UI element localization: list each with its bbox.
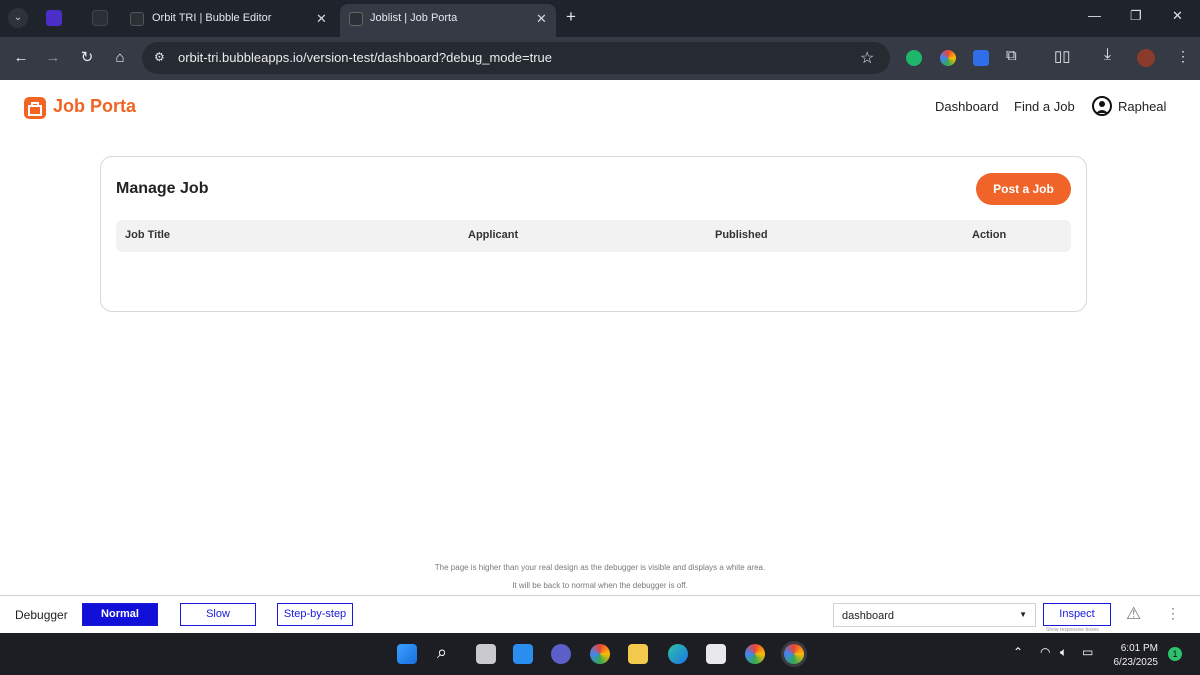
post-job-button[interactable]: Post a Job bbox=[976, 173, 1071, 205]
nav-dashboard[interactable]: Dashboard bbox=[935, 99, 999, 114]
page-select[interactable]: dashboard ▼ bbox=[833, 603, 1036, 627]
notification-badge[interactable]: 1 bbox=[1168, 647, 1182, 661]
store-icon[interactable] bbox=[706, 644, 726, 664]
home-icon[interactable]: ⌂ bbox=[111, 49, 129, 67]
pinned-tab-icon[interactable] bbox=[92, 10, 108, 26]
new-tab-icon[interactable]: + bbox=[566, 8, 576, 26]
chevron-down-icon: ▼ bbox=[1019, 610, 1027, 619]
tab-bubble-editor[interactable]: Orbit TRI | Bubble Editor ✕ bbox=[122, 4, 334, 37]
task-view-icon[interactable] bbox=[476, 644, 496, 664]
forward-icon[interactable]: → bbox=[44, 49, 62, 67]
bubble-icon bbox=[130, 12, 144, 26]
tab-search-button[interactable]: ⌄ bbox=[8, 8, 28, 28]
brand-name[interactable]: Job Porta bbox=[53, 96, 136, 117]
file-explorer-icon[interactable] bbox=[628, 644, 648, 664]
start-icon[interactable] bbox=[397, 644, 417, 664]
tray-chevron-icon[interactable]: ⌃ bbox=[1013, 645, 1023, 659]
mode-slow-button[interactable]: Slow bbox=[180, 603, 256, 626]
nav-find-a-job[interactable]: Find a Job bbox=[1014, 99, 1075, 114]
wifi-icon[interactable]: ◠ bbox=[1040, 645, 1050, 659]
debugger-notice-line2: It will be back to normal when the debug… bbox=[512, 581, 688, 590]
widgets-icon[interactable] bbox=[513, 644, 533, 664]
edge-icon[interactable] bbox=[668, 644, 688, 664]
restore-icon[interactable]: ❐ bbox=[1130, 8, 1142, 24]
user-name[interactable]: Rapheal bbox=[1118, 99, 1166, 114]
bubble-pinned-tab-icon[interactable] bbox=[46, 10, 62, 26]
system-clock[interactable]: 6:01 PM 6/23/2025 bbox=[1110, 642, 1159, 670]
back-icon[interactable]: ← bbox=[12, 49, 30, 67]
debugger-label: Debugger bbox=[15, 608, 68, 622]
extension-icon[interactable] bbox=[973, 50, 989, 66]
mode-step-button[interactable]: Step-by-step bbox=[277, 603, 353, 626]
download-icon[interactable]: ⤓ bbox=[1104, 46, 1111, 64]
chrome-icon[interactable] bbox=[590, 644, 610, 664]
url-text[interactable]: orbit-tri.bubbleapps.io/version-test/das… bbox=[178, 50, 552, 65]
clock-time: 6:01 PM bbox=[1120, 643, 1158, 654]
reading-list-icon[interactable]: ▯▯ bbox=[1054, 47, 1071, 65]
tab-title: Orbit TRI | Bubble Editor bbox=[152, 12, 272, 24]
clock-date: 6/23/2025 bbox=[1113, 657, 1159, 668]
user-icon[interactable] bbox=[1092, 96, 1112, 116]
close-icon[interactable]: ✕ bbox=[316, 11, 327, 27]
inspect-button[interactable]: Inspect bbox=[1043, 603, 1111, 626]
reload-icon[interactable]: ↻ bbox=[78, 49, 96, 67]
search-icon[interactable]: ⌕ bbox=[437, 642, 447, 663]
tab-title: Joblist | Job Porta bbox=[370, 12, 458, 24]
site-info-icon[interactable]: ⚙ bbox=[154, 50, 165, 64]
chrome-active-icon[interactable] bbox=[784, 644, 804, 664]
browser-tab-bar: ⌄ Orbit TRI | Bubble Editor ✕ Joblist | … bbox=[0, 0, 1200, 37]
mode-normal-button[interactable]: Normal bbox=[82, 603, 158, 626]
more-icon[interactable]: ⋮ bbox=[1176, 48, 1190, 65]
puzzle-icon[interactable]: ⧉ bbox=[1006, 47, 1017, 64]
avatar[interactable] bbox=[1137, 49, 1155, 67]
grammarly-icon[interactable] bbox=[906, 50, 922, 66]
page-select-value: dashboard bbox=[842, 610, 894, 622]
address-bar[interactable]: ⚙ orbit-tri.bubbleapps.io/version-test/d… bbox=[142, 42, 890, 74]
column-job-title: Job Title bbox=[125, 229, 171, 241]
column-action: Action bbox=[972, 229, 1007, 241]
volume-icon[interactable]: 🔈︎ bbox=[1060, 645, 1067, 660]
teams-icon[interactable] bbox=[551, 644, 571, 664]
battery-icon[interactable]: ▭ bbox=[1082, 645, 1093, 659]
warning-icon[interactable]: ⚠ bbox=[1126, 604, 1141, 624]
close-icon[interactable]: ✕ bbox=[536, 11, 547, 27]
color-picker-icon[interactable] bbox=[940, 50, 956, 66]
chrome-profile-icon[interactable] bbox=[745, 644, 765, 664]
debugger-notice-line1: The page is higher than your real design… bbox=[434, 563, 766, 572]
logo-icon[interactable] bbox=[24, 97, 46, 119]
debugger-more-icon[interactable]: ⋮ bbox=[1166, 605, 1180, 622]
close-window-icon[interactable]: ✕ bbox=[1172, 8, 1183, 24]
column-published: Published bbox=[715, 229, 768, 241]
minimize-icon[interactable]: — bbox=[1088, 8, 1101, 23]
column-applicant: Applicant bbox=[468, 229, 519, 241]
bubble-icon bbox=[349, 12, 363, 26]
tab-joblist[interactable]: Joblist | Job Porta ✕ bbox=[340, 4, 556, 37]
page-title: Manage Job bbox=[116, 180, 209, 197]
table-header bbox=[116, 220, 1071, 252]
star-icon[interactable]: ☆ bbox=[860, 48, 874, 68]
